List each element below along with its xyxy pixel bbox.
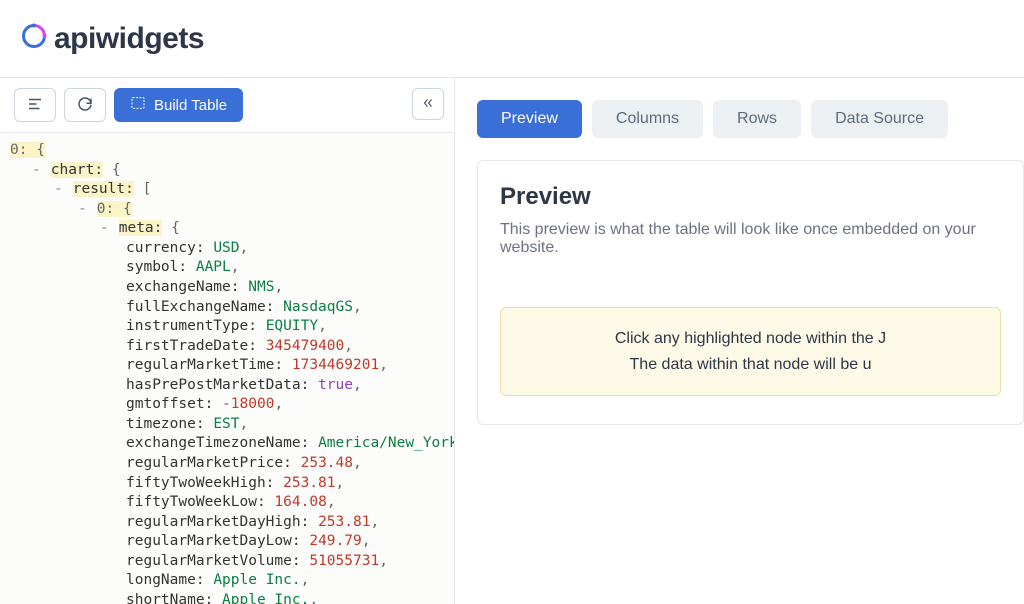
preview-description: This preview is what the table will look…	[500, 221, 1001, 257]
right-pane: Preview Columns Rows Data Source Preview…	[455, 78, 1024, 604]
tree-row[interactable]: regularMarketDayLow: 249.79,	[10, 532, 444, 552]
collapse-icon[interactable]: -	[32, 161, 42, 181]
tree-row[interactable]: instrumentType: EQUITY,	[10, 317, 444, 337]
build-table-label: Build Table	[154, 97, 227, 114]
tree-row[interactable]: regularMarketVolume: 51055731,	[10, 552, 444, 572]
chevron-double-left-icon	[421, 96, 435, 113]
hint-line: Click any highlighted node within the J	[521, 326, 980, 352]
json-tree[interactable]: 0: { - chart: { - result: [ - 0: { - met…	[0, 133, 454, 604]
logo-icon	[20, 22, 48, 55]
toolbar: Build Table	[0, 78, 454, 133]
tab-columns[interactable]: Columns	[592, 100, 703, 138]
tree-row[interactable]: 0: {	[10, 141, 444, 161]
tree-row[interactable]: - 0: {	[10, 200, 444, 220]
tree-row[interactable]: fiftyTwoWeekLow: 164.08,	[10, 493, 444, 513]
hint-line: The data within that node will be u	[521, 352, 980, 378]
tree-row[interactable]: symbol: AAPL,	[10, 258, 444, 278]
tab-data-source[interactable]: Data Source	[811, 100, 948, 138]
build-table-button[interactable]: Build Table	[114, 88, 243, 122]
left-pane: Build Table 0: { - chart: { - result: [ …	[0, 78, 455, 604]
preview-hint: Click any highlighted node within the J …	[500, 307, 1001, 396]
tree-row[interactable]: gmtoffset: -18000,	[10, 395, 444, 415]
collapse-icon[interactable]: -	[78, 200, 88, 220]
tab-rows[interactable]: Rows	[713, 100, 801, 138]
table-icon	[130, 95, 146, 115]
tree-row[interactable]: exchangeName: NMS,	[10, 278, 444, 298]
preview-panel: Preview This preview is what the table w…	[477, 160, 1024, 425]
tree-row[interactable]: hasPrePostMarketData: true,	[10, 376, 444, 396]
tree-row[interactable]: longName: Apple Inc.,	[10, 571, 444, 591]
tree-row[interactable]: fiftyTwoWeekHigh: 253.81,	[10, 474, 444, 494]
tabs: Preview Columns Rows Data Source	[477, 100, 1024, 138]
preview-title: Preview	[500, 183, 1001, 211]
refresh-button[interactable]	[64, 88, 106, 122]
main-layout: Build Table 0: { - chart: { - result: [ …	[0, 78, 1024, 604]
refresh-icon	[76, 95, 94, 116]
tree-row[interactable]: regularMarketPrice: 253.48,	[10, 454, 444, 474]
tree-row[interactable]: regularMarketTime: 1734469201,	[10, 356, 444, 376]
logo: apiwidgets	[20, 22, 204, 56]
tree-row[interactable]: shortName: Apple Inc.,	[10, 591, 444, 604]
collapse-icon[interactable]: -	[54, 180, 64, 200]
tree-row[interactable]: fullExchangeName: NasdaqGS,	[10, 298, 444, 318]
tree-row[interactable]: - meta: {	[10, 219, 444, 239]
collapse-icon[interactable]: -	[100, 219, 110, 239]
tree-row[interactable]: currency: USD,	[10, 239, 444, 259]
tree-row[interactable]: - chart: {	[10, 161, 444, 181]
align-left-icon	[26, 95, 44, 116]
tree-row[interactable]: - result: [	[10, 180, 444, 200]
app-header: apiwidgets	[0, 0, 1024, 78]
tree-row[interactable]: exchangeTimezoneName: America/New_York,	[10, 434, 444, 454]
tree-row[interactable]: firstTradeDate: 345479400,	[10, 337, 444, 357]
collapse-left-button[interactable]	[412, 88, 444, 120]
logo-text: apiwidgets	[54, 22, 204, 56]
tree-row[interactable]: timezone: EST,	[10, 415, 444, 435]
tree-row[interactable]: regularMarketDayHigh: 253.81,	[10, 513, 444, 533]
tab-preview[interactable]: Preview	[477, 100, 582, 138]
align-button[interactable]	[14, 88, 56, 122]
